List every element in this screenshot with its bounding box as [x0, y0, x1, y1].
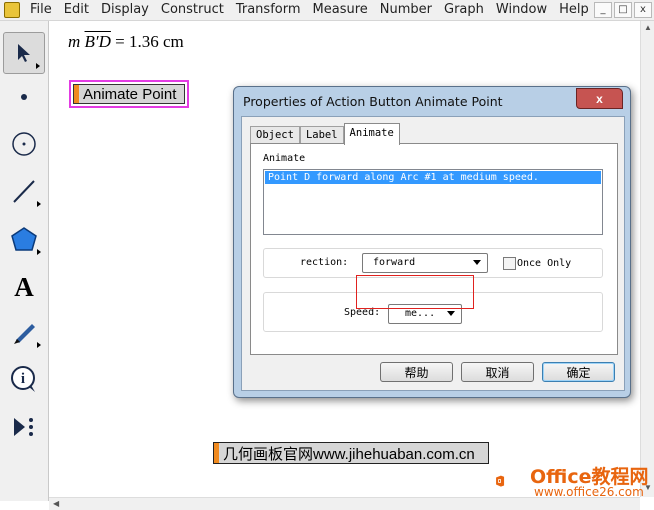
cancel-button[interactable]: 取消 [461, 362, 534, 382]
polygon-icon [11, 227, 37, 251]
polygon-tool[interactable] [3, 219, 45, 259]
menu-transform[interactable]: Transform [232, 0, 309, 20]
arrow-icon [18, 44, 30, 62]
direction-group: rection: forward Once Only [263, 248, 603, 278]
direction-dropdown[interactable]: forward [362, 253, 488, 273]
animate-list[interactable]: Point D forward along Arc #1 at medium s… [263, 169, 603, 235]
point-icon [21, 94, 27, 100]
info-icon: i [11, 366, 35, 392]
tab-animate[interactable]: Animate [343, 123, 400, 145]
information-tool[interactable]: i [3, 359, 45, 399]
straightedge-tool[interactable] [3, 171, 45, 211]
once-only-label: Once Only [517, 258, 572, 269]
toolbox: A i [0, 21, 49, 501]
point-tool[interactable] [3, 77, 45, 117]
vertical-scrollbar[interactable]: ▲ ▼ [640, 21, 654, 497]
scroll-up-icon[interactable]: ▲ [644, 23, 652, 32]
tab-label[interactable]: Label [299, 126, 344, 144]
marker-icon [14, 324, 35, 344]
menu-measure[interactable]: Measure [309, 0, 376, 20]
dialog-body: Object Label Animate Animate Point D for… [241, 116, 625, 391]
button-handle[interactable] [74, 85, 79, 103]
measure-prefix: m [68, 32, 81, 51]
menu-bar: File Edit Display Construct Transform Me… [0, 0, 654, 21]
scroll-left-icon[interactable]: ◀ [53, 499, 59, 508]
tab-strip: Object Label Animate [250, 123, 400, 145]
restore-button[interactable]: □ [614, 2, 632, 18]
menu-graph[interactable]: Graph [440, 0, 492, 20]
menu-file[interactable]: File [26, 0, 60, 20]
once-only-checkbox[interactable] [503, 257, 516, 270]
help-button[interactable]: 帮助 [380, 362, 453, 382]
properties-dialog: Properties of Action Button Animate Poin… [233, 86, 631, 398]
direction-label: rection: [300, 257, 349, 268]
close-button[interactable]: x [634, 2, 652, 18]
dialog-close-button[interactable]: x [576, 88, 623, 109]
text-tool[interactable]: A [3, 267, 45, 307]
menu-edit[interactable]: Edit [60, 0, 97, 20]
marker-tool[interactable] [3, 312, 45, 352]
dialog-title: Properties of Action Button Animate Poin… [243, 94, 503, 109]
direction-value: forward [373, 257, 416, 268]
caption-handle [214, 443, 219, 463]
svg-text:i: i [21, 371, 25, 387]
animate-point-action-button[interactable]: Animate Point [69, 80, 189, 108]
animate-list-item[interactable]: Point D forward along Arc #1 at medium s… [265, 171, 601, 184]
app-icon[interactable] [4, 2, 20, 18]
menu-help[interactable]: Help [555, 0, 597, 20]
custom-tools-icon [14, 418, 33, 436]
brand-url: www.office26.com [534, 485, 644, 499]
custom-tool[interactable] [3, 407, 45, 447]
chevron-down-icon [447, 311, 455, 316]
animate-list-label: Animate [263, 153, 306, 164]
measurement-label[interactable]: m B′D = 1.36 cm [68, 32, 184, 52]
text-icon: A [14, 271, 34, 302]
menu-window[interactable]: Window [492, 0, 555, 20]
menu-construct[interactable]: Construct [157, 0, 232, 20]
compass-icon [12, 132, 36, 156]
menu-display[interactable]: Display [97, 0, 157, 20]
menu-number[interactable]: Number [376, 0, 440, 20]
compass-tool[interactable] [3, 124, 45, 164]
chevron-down-icon [473, 260, 481, 265]
tab-object[interactable]: Object [250, 126, 300, 144]
measure-value: = 1.36 cm [115, 32, 184, 51]
animate-panel: Animate Point D forward along Arc #1 at … [250, 143, 618, 355]
office-logo-icon [496, 475, 505, 487]
arrow-tool[interactable] [3, 32, 45, 74]
minimize-button[interactable]: _ [594, 2, 612, 18]
action-button-label: Animate Point [83, 85, 177, 103]
website-caption[interactable]: 几何画板官网www.jihehuaban.com.cn [213, 442, 489, 464]
line-segment-icon [13, 180, 35, 203]
measure-segment: B′D [84, 32, 111, 51]
website-caption-text: 几何画板官网www.jihehuaban.com.cn [223, 445, 475, 463]
ok-button[interactable]: 确定 [542, 362, 615, 382]
highlight-box [356, 275, 474, 309]
